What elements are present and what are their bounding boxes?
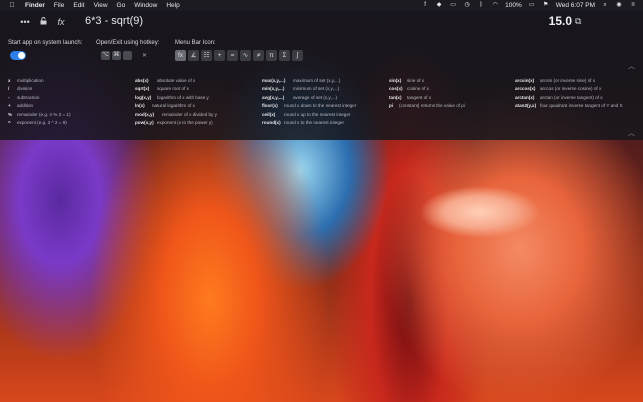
menubar-icon-label: Menu Bar Icon: xyxy=(175,40,216,46)
option-key: ⌥ xyxy=(101,50,110,60)
list-item: arccos(x) arccos (or inverse cosine) of x xyxy=(515,86,602,92)
result-display: 15.0 xyxy=(548,14,572,28)
icon-option-wave[interactable]: ∿ xyxy=(240,50,251,61)
operators-column: x multiplication / division - subtraction +… xyxy=(8,77,71,127)
apple-menu-icon[interactable]:  xyxy=(8,2,16,9)
menu-edit[interactable]: Edit xyxy=(73,2,84,9)
collapse-settings-icon[interactable]: ︿ xyxy=(628,61,635,71)
icon-option-equals[interactable]: = xyxy=(227,50,238,61)
icon-option-calculator[interactable]: ☷ xyxy=(201,50,212,61)
list-item: ceil(x) round x up to the nearest integer xyxy=(262,111,351,117)
list-item: + addition xyxy=(8,103,34,109)
list-item: min(x,y,...) minimum of set (x,y,...) xyxy=(262,86,340,92)
list-item: sin(x) sine of x xyxy=(389,78,425,83)
list-item: - subtraction xyxy=(8,94,40,100)
menu-view[interactable]: View xyxy=(94,2,108,9)
flag-icon[interactable]: ⚑ xyxy=(542,2,550,9)
set-functions-column: max(x,y,...) maximum of set (x,y,...) min… xyxy=(262,77,356,127)
list-item: pi (constant) returns the value of pi xyxy=(389,103,465,109)
list-item: tan(x) tangent of x xyxy=(389,94,432,100)
list-item: ^ exponent (e.g. 3 ^ 2 = 9) xyxy=(8,119,67,125)
icon-option-not-equal[interactable]: ≠ xyxy=(253,50,264,61)
list-item: arctan(x) arctan (or inverse tangent) of … xyxy=(515,94,603,100)
lock-icon[interactable] xyxy=(38,15,48,29)
clock-status-icon[interactable]: ◷ xyxy=(463,2,471,9)
expression-input[interactable]: 6*3 - sqrt(9) xyxy=(85,13,143,29)
menu-window[interactable]: Window xyxy=(134,2,157,9)
launch-label: Start app on system launch: xyxy=(8,40,83,46)
menu-help[interactable]: Help xyxy=(166,2,179,9)
hotkey-key xyxy=(123,50,132,60)
menu-file[interactable]: File xyxy=(54,2,64,9)
siri-icon[interactable]: ◉ xyxy=(615,2,623,9)
function-reference: x multiplication / division - subtraction +… xyxy=(0,75,643,135)
icon-option-fx[interactable]: fx xyxy=(175,50,186,61)
list-item: / division xyxy=(8,86,33,92)
command-key: ⌘ xyxy=(112,50,121,60)
clear-hotkey-icon[interactable]: ✕ xyxy=(142,52,147,59)
icon-option-pi[interactable]: π xyxy=(266,50,277,61)
inverse-trig-column: arcsin(x) arcsin (or inverse sine) of x a… xyxy=(515,77,623,111)
menubar-icon-options: fx ∡ ☷ + = ∿ ≠ π Σ ∫ xyxy=(175,50,303,61)
dropbox-icon[interactable]: ◆ xyxy=(435,2,443,9)
list-item: cos(x) cosine of x xyxy=(389,86,429,92)
list-item: pow(x,y) exponent (x to the power y) xyxy=(135,119,213,125)
list-item: mod(x,y) remainder of x divided by y xyxy=(135,111,217,117)
notification-center-icon[interactable]: ≡ xyxy=(629,2,637,9)
fx-icon[interactable]: fx xyxy=(55,15,67,29)
battery-percent: 100% xyxy=(505,2,522,9)
list-item: atan2(y,x) four quadrant inverse tangent … xyxy=(515,103,623,109)
icon-option-integral[interactable]: ∫ xyxy=(292,50,303,61)
list-item: arcsin(x) arcsin (or inverse sine) of x xyxy=(515,78,596,83)
search-icon[interactable]: ⌕ xyxy=(601,2,609,9)
battery-icon[interactable]: ▭ xyxy=(528,2,536,9)
menu-finder[interactable]: Finder xyxy=(25,2,45,9)
toggle-knob xyxy=(18,52,25,59)
copy-icon[interactable]: ⧉ xyxy=(575,15,585,27)
menu-bar:  Finder File Edit View Go Window Help f… xyxy=(0,0,643,11)
settings-section: Start app on system launch: Open/Exit us… xyxy=(0,33,643,75)
list-item: sqrt(x) square root of x xyxy=(135,86,189,92)
icon-option-plus[interactable]: + xyxy=(214,50,225,61)
airplay-icon[interactable]: ▭ xyxy=(449,2,457,9)
list-item: ln(x) natural logarithm of x xyxy=(135,103,195,109)
wifi-icon[interactable]: ◠ xyxy=(491,2,499,9)
list-item: max(x,y,...) maximum of set (x,y,...) xyxy=(262,78,341,83)
menu-go[interactable]: Go xyxy=(117,2,126,9)
list-item: % remainder (e.g. 4 % 3 = 1) xyxy=(8,111,71,117)
icon-option-angle[interactable]: ∡ xyxy=(188,50,199,61)
trig-functions-column: sin(x) sine of x cos(x) cosine of x tan(x)… xyxy=(389,77,465,111)
hotkey-field[interactable]: ⌥ ⌘ ✕ xyxy=(101,50,151,60)
launch-toggle[interactable] xyxy=(10,51,26,60)
hotkey-label: Open/Exit using hotkey: xyxy=(96,40,160,46)
icon-option-sigma[interactable]: Σ xyxy=(279,50,290,61)
basic-functions-column: abs(x) absolute value of x sqrt(x) square … xyxy=(135,77,217,127)
toolbar: ••• fx 6*3 - sqrt(9) 15.0 ⧉ xyxy=(0,11,643,33)
list-item: x multiplication xyxy=(8,78,44,83)
bluetooth-icon[interactable]: ᛒ xyxy=(477,2,485,9)
collapse-reference-icon[interactable]: ︿ xyxy=(628,128,635,138)
clock[interactable]: Wed 6:07 PM xyxy=(556,2,595,9)
more-icon[interactable]: ••• xyxy=(18,15,32,29)
list-item: log(x,y) logarithm of x with base y xyxy=(135,94,209,100)
list-item: abs(x) absolute value of x xyxy=(135,78,196,83)
calculator-panel: ••• fx 6*3 - sqrt(9) 15.0 ⧉ Start app on… xyxy=(0,11,643,140)
list-item: floor(x) round x down to the nearest inte… xyxy=(262,103,357,109)
status-area: f ◆ ▭ ◷ ᛒ ◠ 100% ▭ ⚑ Wed 6:07 PM ⌕ ◉ ≡ xyxy=(421,0,637,11)
list-item: avg(x,y,...) average of set (x,y,...) xyxy=(262,94,338,100)
fx-status-icon[interactable]: f xyxy=(421,2,429,9)
list-item: round(x) round x to the nearest integer xyxy=(262,119,345,125)
